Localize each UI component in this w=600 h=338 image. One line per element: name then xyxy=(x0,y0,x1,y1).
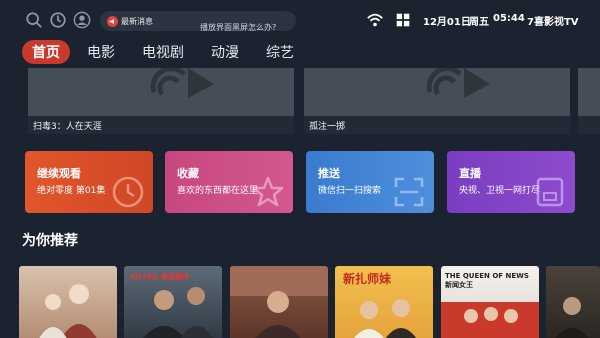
poster-card-partial[interactable] xyxy=(546,266,600,338)
card-subtitle: 喜欢的东西都在这里 xyxy=(177,186,259,196)
favorites-card[interactable]: 收藏 喜欢的东西都在这里 xyxy=(165,151,293,213)
tab-home[interactable]: 首页 xyxy=(22,40,70,64)
banner-thumbnail xyxy=(578,68,600,116)
top-bar: 最新消息 播放界面黑屏怎么办? 12月01日 周五 05:44 7喜影视TV xyxy=(0,0,600,40)
banner-caption: 扫毒3：人在天涯 xyxy=(33,122,102,132)
banner-thumbnail xyxy=(28,68,294,116)
poster-label: 新扎师妹 xyxy=(343,272,392,286)
clock-icon xyxy=(112,176,144,208)
card-subtitle: 微信扫一扫搜索 xyxy=(318,186,382,196)
card-subtitle: 绝对零度 第01集 xyxy=(37,186,106,196)
category-tabs: 首页 电影 电视剧 动漫 综艺 xyxy=(22,40,311,64)
banner-item[interactable]: 孤注一掷 xyxy=(304,68,570,134)
news-badge-label: 最新消息 xyxy=(121,16,153,26)
news-badge: 最新消息 xyxy=(104,13,157,29)
tv-icon xyxy=(536,177,564,207)
poster-card[interactable] xyxy=(230,266,328,338)
poster-card[interactable]: THE QUEEN OF NEWS 新闻女王 xyxy=(441,266,539,338)
banner-caption: 孤注一掷 xyxy=(309,122,346,132)
poster-card[interactable]: 新扎师妹 xyxy=(335,266,433,338)
poster-artwork xyxy=(555,297,589,338)
card-title: 收藏 xyxy=(177,167,199,180)
banner-item[interactable]: 扫毒3：人在天涯 xyxy=(28,68,294,134)
news-ticker[interactable]: 最新消息 播放界面黑屏怎么办? xyxy=(100,11,296,31)
poster-label: THE QUEEN OF NEWS 新闻女王 xyxy=(445,272,529,289)
tab-tv-series[interactable]: 电视剧 xyxy=(132,40,194,64)
play-placeholder-icon xyxy=(150,68,214,98)
card-subtitle: 央视、卫视一网打尽 xyxy=(459,186,541,196)
brand-name: 7喜影视TV xyxy=(527,17,579,28)
scan-icon xyxy=(394,177,424,207)
star-icon xyxy=(252,176,284,207)
live-tv-card[interactable]: 直播 央视、卫视一网打尽 xyxy=(447,151,575,213)
push-card[interactable]: 推送 微信扫一扫搜索 xyxy=(306,151,434,213)
card-title: 直播 xyxy=(459,167,481,180)
news-text: 播放界面黑屏怎么办? xyxy=(200,23,277,31)
tab-variety[interactable]: 综艺 xyxy=(256,40,304,64)
tab-anime[interactable]: 动漫 xyxy=(201,40,249,64)
continue-watching-card[interactable]: 继续观看 绝对零度 第01集 xyxy=(25,151,153,213)
poster-artwork xyxy=(230,266,328,338)
megaphone-icon xyxy=(107,15,118,27)
poster-card[interactable]: 8月29日 敬请期待 xyxy=(124,266,222,338)
tab-movies[interactable]: 电影 xyxy=(77,40,125,64)
poster-card[interactable] xyxy=(19,266,117,338)
user-avatar-icon[interactable] xyxy=(72,10,92,30)
history-icon[interactable] xyxy=(48,10,68,30)
section-title: 为你推荐 xyxy=(22,233,78,249)
card-title: 推送 xyxy=(318,167,340,180)
apps-grid-icon[interactable] xyxy=(393,10,413,30)
status-time: 05:44 xyxy=(493,13,525,24)
poster-artwork xyxy=(39,284,97,338)
play-placeholder-icon xyxy=(426,68,490,98)
search-icon[interactable] xyxy=(24,10,44,30)
status-weekday: 周五 xyxy=(469,17,489,28)
banner-thumbnail xyxy=(304,68,570,116)
banner-item-partial[interactable] xyxy=(578,68,600,134)
poster-label: 8月29日 敬请期待 xyxy=(130,273,190,281)
wifi-icon xyxy=(365,10,385,30)
card-title: 继续观看 xyxy=(37,167,81,180)
status-date: 12月01日 xyxy=(423,17,471,28)
